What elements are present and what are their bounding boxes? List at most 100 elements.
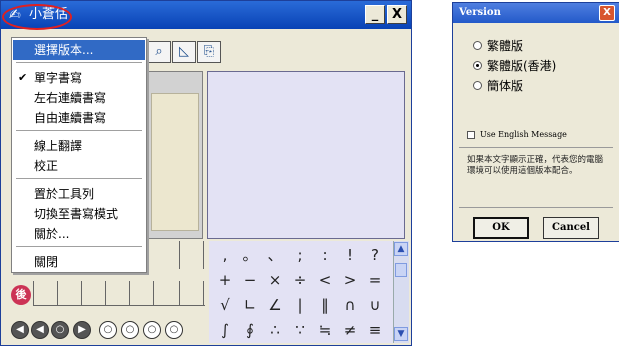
symbol-key[interactable]: ∩ — [338, 293, 362, 317]
cancel-button[interactable]: Cancel — [543, 217, 599, 239]
symbol-key[interactable]: | — [288, 293, 312, 317]
menu-item-label: 關閉 — [34, 255, 59, 269]
after-icon[interactable]: 後 — [11, 285, 31, 305]
menu-item[interactable]: 關閉 — [13, 252, 145, 272]
main-window: ✍ 小蒼佸 _ X ⌕ ◺ ⎘ 後 ◀ ◀ ○ ▶ ○ ○ ○ ○ ,。、;:!? + − × ÷ < >… — [0, 0, 412, 346]
menu-item-label: 選擇版本... — [34, 43, 94, 57]
menu-item[interactable]: 選擇版本... — [13, 40, 145, 60]
symbol-panel: ,。、;:!? + − × ÷ < > = √ ∟ ∠ | ‖ ∩ ∪ ∫ ∮ ∴ ∵ ≒ ≠ ≡ — [209, 241, 393, 343]
cell-divider — [129, 281, 130, 306]
symbol-key[interactable]: ‖ — [313, 293, 337, 317]
radio-label: 繁體版(香港) — [487, 59, 557, 73]
nav-round-button[interactable]: ○ — [51, 321, 69, 339]
symbol-key[interactable]: ∟ — [238, 293, 262, 317]
symbol-key[interactable]: − — [238, 268, 262, 292]
symbol-key[interactable]: ! — [338, 243, 362, 267]
cell-divider — [153, 281, 154, 306]
symbol-key[interactable]: ∮ — [238, 318, 262, 342]
symbol-key[interactable]: ≒ — [313, 318, 337, 342]
menu-item[interactable]: 置於工具列 — [13, 184, 145, 204]
symbol-key[interactable]: 。 — [238, 243, 262, 267]
ok-button[interactable]: OK — [473, 217, 529, 239]
menu-item-label: 單字書寫 — [34, 71, 83, 85]
divider — [459, 147, 613, 148]
nav-round-button[interactable]: ○ — [121, 321, 139, 339]
cell-divider — [105, 281, 106, 306]
cell-divider — [57, 281, 58, 306]
symbol-key[interactable]: ≡ — [363, 318, 387, 342]
dialog-message: 如果本文字顯示正確，代表您的電腦環境可以使用這個版本配合。 — [467, 155, 604, 176]
cell-divider — [81, 281, 82, 306]
menu-item-label: 自由連續書寫 — [34, 111, 107, 125]
chart-icon[interactable]: ◺ — [172, 41, 196, 63]
radio-label: 繁體版 — [487, 39, 524, 53]
writing-pad[interactable] — [207, 71, 405, 239]
cell-divider — [33, 281, 34, 306]
symbol-key[interactable]: + — [213, 268, 237, 292]
zoom-icon[interactable]: ⌕ — [147, 41, 171, 63]
symbol-key[interactable]: ∠ — [263, 293, 287, 317]
symbol-key[interactable]: ∪ — [363, 293, 387, 317]
menu-item-label: 切換至書寫模式 — [34, 207, 119, 221]
scroll-down-button[interactable]: ▼ — [394, 327, 408, 341]
menu-separator — [16, 246, 142, 247]
nav-round-button[interactable]: ◀ — [11, 321, 29, 339]
dialog-title-bar[interactable]: Version X — [453, 3, 619, 23]
symbol-key[interactable]: ÷ — [288, 268, 312, 292]
minimize-button[interactable]: _ — [365, 5, 385, 24]
check-icon: ✔ — [18, 71, 28, 84]
menu-item[interactable]: 切換至書寫模式 — [13, 204, 145, 224]
symbol-key[interactable]: ≠ — [338, 318, 362, 342]
nav-round-button[interactable]: ○ — [143, 321, 161, 339]
radio-button[interactable] — [473, 41, 482, 50]
menu-item[interactable]: 自由連續書寫 — [13, 108, 145, 128]
menu-item-label: 校正 — [34, 159, 59, 173]
menu-item[interactable]: 關於... — [13, 224, 145, 244]
cell-divider — [203, 241, 204, 269]
symbol-key[interactable]: ? — [363, 243, 387, 267]
menu-item-label: 線上翻譯 — [34, 139, 83, 153]
symbol-key[interactable]: = — [363, 268, 387, 292]
symbol-key[interactable]: < — [313, 268, 337, 292]
symbol-key[interactable]: ∫ — [213, 318, 237, 342]
nav-round-button[interactable]: ▶ — [73, 321, 91, 339]
nav-round-button[interactable]: ○ — [99, 321, 117, 339]
close-button[interactable]: X — [387, 5, 407, 24]
menu-item[interactable]: 左右連續書寫 — [13, 88, 145, 108]
menu-separator — [16, 130, 142, 131]
symbol-key[interactable]: √ — [213, 293, 237, 317]
scroll-up-button[interactable]: ▲ — [394, 242, 408, 256]
scroll-thumb[interactable] — [395, 263, 407, 277]
symbol-key[interactable]: , — [213, 243, 237, 267]
dialog-close-button[interactable]: X — [599, 5, 615, 21]
cell-divider — [203, 281, 204, 306]
menu-item[interactable]: 校正 — [13, 156, 145, 176]
symbol-key[interactable]: > — [338, 268, 362, 292]
radio-button[interactable] — [473, 81, 482, 90]
english-message-checkbox[interactable] — [467, 131, 475, 139]
nav-round-button[interactable]: ◀ — [31, 321, 49, 339]
menu-item-label: 關於... — [34, 227, 70, 241]
symbol-key[interactable]: ; — [288, 243, 312, 267]
symbol-key[interactable]: : — [313, 243, 337, 267]
symbol-key[interactable]: ∴ — [263, 318, 287, 342]
symbol-key[interactable]: 、 — [263, 243, 287, 267]
context-menu: 選擇版本... ✔ 單字書寫左右連續書寫 自由連續書寫 線上翻譯校正置於工具列切換至書寫… — [11, 37, 147, 273]
dialog-title: Version — [459, 7, 501, 18]
menu-separator — [16, 178, 142, 179]
annotation-circle — [2, 4, 72, 30]
divider — [459, 207, 613, 208]
export-icon[interactable]: ⎘ — [197, 41, 221, 63]
symbol-key[interactable]: × — [263, 268, 287, 292]
nav-round-button[interactable]: ○ — [165, 321, 183, 339]
menu-item-label: 左右連續書寫 — [34, 91, 107, 105]
cell-divider — [179, 281, 180, 306]
menu-separator — [16, 62, 142, 63]
checkbox-label: Use English Message — [480, 130, 567, 139]
symbol-key[interactable]: ∵ — [288, 318, 312, 342]
candidate-pad-inner — [151, 93, 199, 231]
menu-item[interactable]: 線上翻譯 — [13, 136, 145, 156]
radio-label: 簡体版 — [487, 79, 524, 93]
menu-item[interactable]: ✔ 單字書寫 — [13, 68, 145, 88]
radio-button-selected[interactable] — [473, 61, 482, 70]
